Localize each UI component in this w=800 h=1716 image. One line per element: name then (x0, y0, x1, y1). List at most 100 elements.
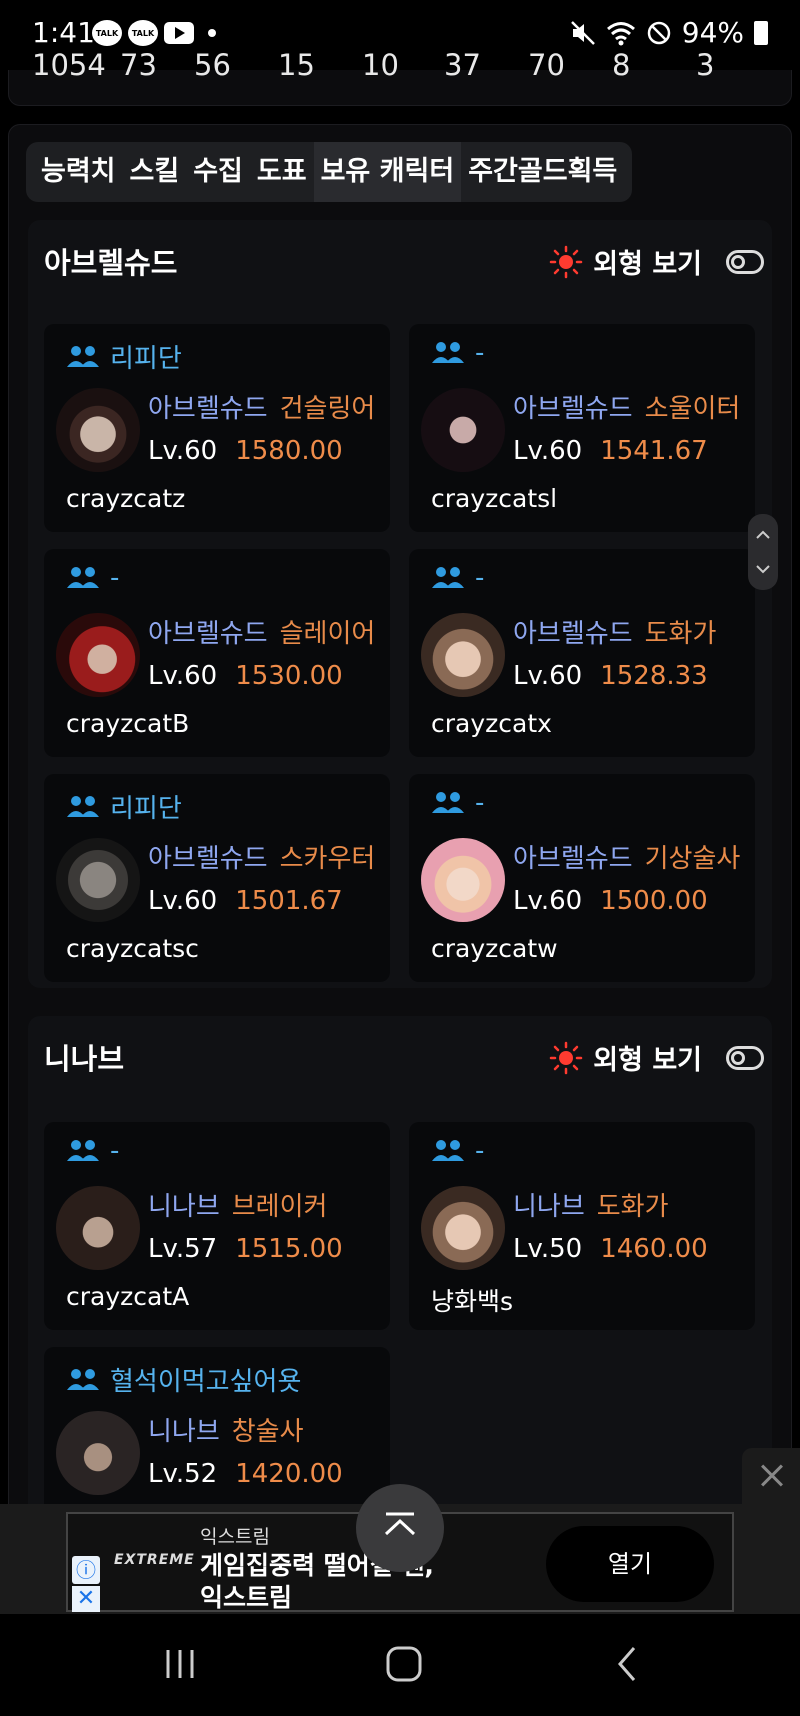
battery-icon (754, 20, 768, 45)
character-avatar (421, 613, 505, 697)
class-name: 소울이터 (644, 394, 741, 424)
more-notifications-icon (208, 29, 216, 37)
character-level: Lv.60 (513, 661, 583, 691)
class-line: 아브렐슈드 스카우터 (148, 838, 375, 875)
character-level: Lv.60 (148, 436, 218, 466)
server-name: 아브렐슈드 (513, 619, 633, 649)
character-card[interactable]: - 니나브 도화가 Lv.50 1460.00 냥화백s (409, 1122, 755, 1330)
item-level: 1501.67 (235, 886, 343, 916)
notification-icons: TALK TALK (92, 20, 216, 46)
stat-value: 73 (120, 48, 157, 82)
level-line: Lv.50 1460.00 (513, 1234, 708, 1264)
kakaotalk-icon: TALK (128, 20, 158, 46)
appearance-toggle[interactable]: 외형 보기 (549, 1038, 764, 1077)
guild-row: - (431, 338, 484, 368)
character-avatar (56, 613, 140, 697)
appearance-toggle[interactable]: 외형 보기 (549, 242, 764, 281)
tab-skills[interactable]: 스킬 (123, 142, 187, 202)
tab-charts[interactable]: 도표 (250, 142, 314, 202)
level-line: Lv.60 1541.67 (513, 436, 708, 466)
character-name: crayzcatsl (431, 484, 558, 513)
server-name: 아브렐슈드 (513, 844, 633, 874)
level-line: Lv.60 1500.00 (513, 886, 708, 916)
class-name: 건슬링어 (279, 394, 376, 424)
class-name: 브레이커 (231, 1192, 328, 1222)
stat-value: 56 (194, 48, 231, 82)
character-level: Lv.60 (148, 661, 218, 691)
guild-name: 혈석이먹고싶어욧 (110, 1367, 302, 1397)
level-line: Lv.57 1515.00 (148, 1234, 343, 1264)
class-line: 아브렐슈드 소울이터 (513, 388, 740, 425)
character-name: crayzcatx (431, 709, 552, 738)
ad-brand: 익스트림 (200, 1526, 270, 1548)
character-name: crayzcatsc (66, 934, 199, 963)
character-level: Lv.60 (513, 886, 583, 916)
stat-value: 8 (612, 48, 631, 82)
character-name: 냥화백s (431, 1287, 514, 1316)
guild-name: - (475, 788, 485, 818)
tab-owned-characters[interactable]: 보유 캐릭터 (313, 142, 462, 202)
guild-row: 리피단 (66, 338, 182, 375)
group-icon (432, 792, 464, 813)
character-name: crayzcatA (66, 1282, 190, 1311)
appearance-switch[interactable] (726, 1045, 764, 1070)
character-level: Lv.50 (513, 1234, 583, 1264)
sun-icon (549, 1041, 583, 1074)
class-name: 기상술사 (644, 844, 741, 874)
ad-dismiss-icon[interactable]: ✕ (72, 1586, 100, 1612)
status-time: 1:41 (32, 16, 95, 49)
appearance-label: 외형 보기 (593, 1045, 702, 1076)
kakaotalk-icon: TALK (92, 20, 122, 46)
scroll-indicator[interactable] (748, 514, 778, 590)
level-line: Lv.60 1501.67 (148, 886, 343, 916)
server-name: 니나브 (513, 1192, 585, 1222)
guild-name: - (475, 563, 485, 593)
youtube-icon (164, 22, 194, 44)
character-card[interactable]: 혈석이먹고싶어욧 니나브 창술사 Lv.52 1420.00 (44, 1347, 390, 1517)
character-avatar (56, 838, 140, 922)
guild-name: - (475, 1136, 485, 1166)
stat-value: 1054 (32, 48, 106, 82)
ad-info-icon[interactable]: ⓘ (72, 1556, 100, 1584)
stat-value: 37 (444, 48, 481, 82)
stat-value: 10 (362, 48, 399, 82)
tab-collection[interactable]: 수집 (186, 142, 250, 202)
back-icon[interactable] (608, 1644, 648, 1684)
server-name: 아브렐슈드 (148, 394, 268, 424)
group-icon (67, 567, 99, 588)
character-card[interactable]: 리피단 아브렐슈드 스카우터 Lv.60 1501.67 crayzcatsc (44, 774, 390, 982)
tab-stats[interactable]: 능력치 (34, 142, 123, 202)
class-line: 아브렐슈드 슬레이어 (148, 613, 375, 650)
recent-apps-icon[interactable] (160, 1644, 200, 1684)
item-level: 1530.00 (235, 661, 343, 691)
character-level: Lv.60 (513, 436, 583, 466)
character-card[interactable]: - 아브렐슈드 소울이터 Lv.60 1541.67 crayzcatsl (409, 324, 755, 532)
system-status: 94% (570, 16, 768, 49)
group-icon (432, 342, 464, 363)
appearance-switch[interactable] (726, 249, 764, 274)
guild-row: - (431, 1136, 484, 1166)
character-card[interactable]: - 아브렐슈드 도화가 Lv.60 1528.33 crayzcatx (409, 549, 755, 757)
character-level: Lv.52 (148, 1459, 218, 1489)
tab-weekly-gold[interactable]: 주간골드획득 (461, 142, 624, 202)
character-avatar (421, 1186, 505, 1270)
guild-name: - (475, 338, 485, 368)
character-card[interactable]: - 아브렐슈드 기상술사 Lv.60 1500.00 crayzcatw (409, 774, 755, 982)
guild-row: - (66, 563, 119, 593)
character-name: crayzcatB (66, 709, 190, 738)
home-icon[interactable] (384, 1644, 424, 1684)
scroll-to-top-button[interactable] (356, 1484, 444, 1572)
character-card[interactable]: - 니나브 브레이커 Lv.57 1515.00 crayzcatA (44, 1122, 390, 1330)
item-level: 1580.00 (235, 436, 343, 466)
ad-close-button[interactable] (742, 1448, 800, 1504)
class-line: 아브렐슈드 기상술사 (513, 838, 740, 875)
character-card[interactable]: 리피단 아브렐슈드 건슬링어 Lv.60 1580.00 crayzcatz (44, 324, 390, 532)
character-card[interactable]: - 아브렐슈드 슬레이어 Lv.60 1530.00 crayzcatB (44, 549, 390, 757)
character-avatar (421, 388, 505, 472)
ad-open-button[interactable]: 열기 (546, 1526, 714, 1602)
ad-headline-line: 익스트림 (200, 1583, 293, 1612)
server-name: 아브렐슈드 (148, 844, 268, 874)
item-level: 1541.67 (600, 436, 708, 466)
item-level: 1420.00 (235, 1459, 343, 1489)
class-line: 아브렐슈드 도화가 (513, 613, 716, 650)
